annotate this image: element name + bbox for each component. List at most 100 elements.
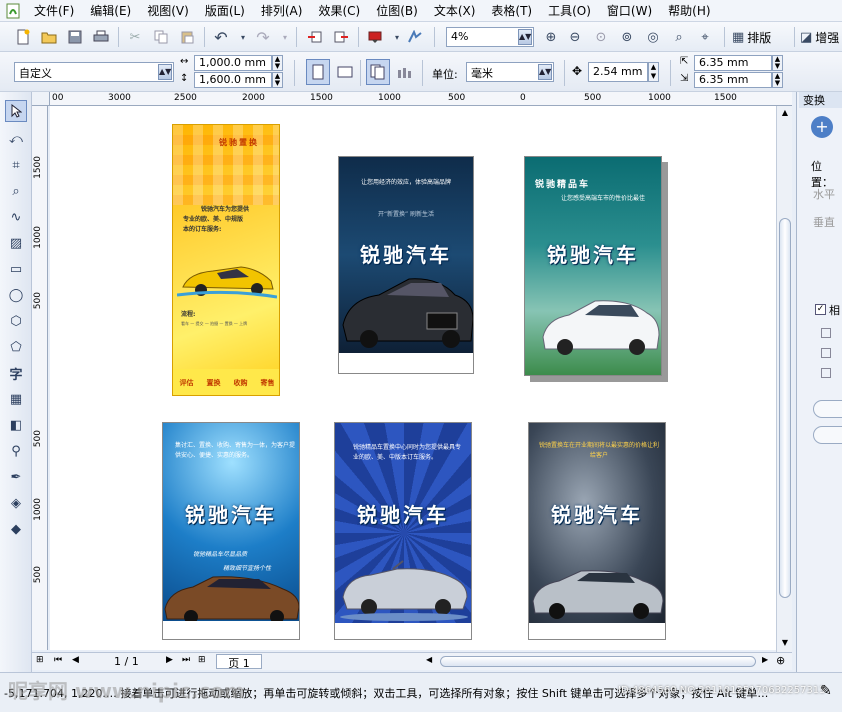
interactive-blend-tool-icon[interactable]: ◧ [5,414,27,436]
anchor-checkbox[interactable] [821,368,831,378]
menu-file[interactable]: 文件(F) [26,2,82,19]
add-page-before-icon[interactable]: ⊞ [36,655,44,665]
ellipse-tool-icon[interactable]: ◯ [5,284,27,306]
smart-fill-tool-icon[interactable]: ▨ [5,232,27,254]
previous-page-icon[interactable]: ◀ [72,655,79,665]
duplicate-y-field[interactable]: 6.35 mm [694,72,772,88]
undo-dropdown-icon[interactable]: ▾ [232,26,254,48]
redo-icon[interactable]: ↷ [252,26,274,48]
horizontal-ruler[interactable]: 00 3000 2500 2000 1500 1000 500 0 500 10… [50,92,792,106]
menu-arrange[interactable]: 排列(A) [253,2,311,19]
open-folder-icon[interactable] [38,26,60,48]
zoom-page-icon[interactable]: ◎ [642,26,664,48]
table-tool-icon[interactable]: ▦ [5,388,27,410]
anchor-checkbox[interactable] [821,328,831,338]
page-height-spinner[interactable]: ▲ ▼ [272,72,283,88]
current-page-icon[interactable] [394,61,416,83]
import-icon[interactable] [304,26,326,48]
redo-dropdown-icon[interactable]: ▾ [274,26,296,48]
anchor-checkbox[interactable] [821,348,831,358]
save-icon[interactable] [64,26,86,48]
polygon-tool-icon[interactable]: ⬡ [5,310,27,332]
design-banner-yellow[interactable]: 锐驰置换 锐驰汽车为您提供 专业的欧、美、中规版 本的订车服务: 流程: 看车 … [172,124,280,396]
scroll-down-icon[interactable]: ▼ [779,638,791,650]
undo-icon[interactable]: ↶ [210,26,232,48]
crop-tool-icon[interactable]: ⌗ [5,154,27,176]
apply-to-duplicate-button[interactable] [813,426,842,444]
basic-shapes-tool-icon[interactable]: ⬠ [5,336,27,358]
page-width-field[interactable]: 1,000.0 mm [194,55,272,71]
zoom-page-width-icon[interactable]: ⌕ [668,26,690,48]
menu-view[interactable]: 视图(V) [139,2,197,19]
zoom-selected-icon[interactable]: ⊙ [590,26,612,48]
duplicate-y-spinner[interactable]: ▲ ▼ [772,72,783,88]
menu-effects[interactable]: 效果(C) [310,2,368,19]
next-page-icon[interactable]: ▶ [166,655,173,665]
text-tool-icon[interactable]: 字 [5,362,27,384]
design-poster-blue[interactable]: 集讨汇、置换、收购、寄售为一体，为客户提供安心、便捷、实惠的服务。 锐驰汽车 锐… [162,422,300,640]
interactive-fill-tool-icon[interactable]: ◆ [5,518,27,540]
add-page-after-icon[interactable]: ⊞ [198,655,206,665]
menu-table[interactable]: 表格(T) [483,2,540,19]
menu-layout[interactable]: 版面(L) [197,2,253,19]
export-icon[interactable] [330,26,352,48]
first-page-icon[interactable]: ⏮ [54,655,62,665]
zoom-out-icon[interactable]: ⊖ [564,26,586,48]
design-poster-teal[interactable]: 锐驰精品车 让您感受高端车市的性价比最佳 锐驰汽车 [524,156,662,376]
zoom-tool-icon[interactable]: ⌕ [5,180,27,202]
vertical-scrollbar[interactable]: ▲ ▼ [776,106,792,652]
outline-tool-icon[interactable]: ✒ [5,466,27,488]
print-icon[interactable] [90,26,112,48]
zoom-page-height-icon[interactable]: ⌖ [694,26,716,48]
zoom-level-select[interactable]: 4% ▲▼ [446,27,534,47]
eyedropper-tool-icon[interactable]: ⚲ [5,440,27,462]
design-poster-starry[interactable]: 锐驰置换车在开业期间将以最实惠的价格让利给客户 锐驰汽车 [528,422,666,640]
pick-tool-icon[interactable] [5,100,27,122]
publish-pdf-icon[interactable] [364,26,386,48]
nudge-distance-field[interactable]: 2.54 mm [588,62,648,82]
rectangle-tool-icon[interactable]: ▭ [5,258,27,280]
landscape-orientation-icon[interactable] [334,61,356,83]
zoom-all-objects-icon[interactable]: ⊚ [616,26,638,48]
fill-tool-icon[interactable]: ◈ [5,492,27,514]
menu-help[interactable]: 帮助(H) [660,2,718,19]
design-poster-navy[interactable]: 锐驰精品车置换中心同时为您提供最具专业的欧、美、中版本订车服务。 锐驰汽车 [334,422,472,640]
nudge-spinner[interactable]: ▲ ▼ [648,62,659,82]
last-page-icon[interactable]: ⏭ [182,655,190,665]
layout-button[interactable]: ▦ 排版 [732,26,788,48]
menu-text[interactable]: 文本(X) [426,2,484,19]
relative-position-checkbox[interactable]: ✓ [815,304,826,315]
paper-preset-select[interactable]: 自定义 ▲▼ [14,62,174,82]
shape-tool-icon[interactable]: ⤺ [5,128,27,150]
page-width-spinner[interactable]: ▲ ▼ [272,55,283,71]
new-document-icon[interactable] [12,26,34,48]
menu-window[interactable]: 窗口(W) [599,2,660,19]
drawing-canvas[interactable]: 锐驰置换 锐驰汽车为您提供 专业的欧、美、中规版 本的订车服务: 流程: 看车 … [50,106,776,650]
page-tab[interactable]: 页 1 [216,654,262,670]
ruler-origin[interactable] [32,92,50,106]
enhance-button[interactable]: ◪ 增强 [800,26,842,48]
design-poster-dark[interactable]: 让您用经济的效应，体验高端品牌 开“新置换” 刷新生活 锐驰汽车 [338,156,474,374]
zoom-in-icon[interactable]: ⊕ [540,26,562,48]
duplicate-x-spinner[interactable]: ▲ ▼ [772,55,783,71]
duplicate-x-field[interactable]: 6.35 mm [694,55,772,71]
scroll-left-icon[interactable]: ◀ [426,655,432,664]
apply-button[interactable] [813,400,842,418]
freehand-tool-icon[interactable]: ∿ [5,206,27,228]
application-launcher-icon[interactable] [404,26,426,48]
all-pages-icon[interactable] [366,59,390,85]
menu-edit[interactable]: 编辑(E) [82,2,139,19]
docker-tab[interactable]: 变换 [799,92,842,108]
portrait-orientation-icon[interactable] [306,59,330,85]
navigator-icon[interactable]: ⊕ [776,654,785,667]
menu-tools[interactable]: 工具(O) [540,2,599,19]
vertical-ruler[interactable]: 1500 1000 500 500 1000 500 [32,106,48,650]
cut-icon[interactable]: ✂ [124,26,146,48]
copy-icon[interactable] [150,26,172,48]
vertical-scroll-thumb[interactable] [779,218,791,598]
horizontal-scroll-thumb[interactable] [440,656,756,667]
scroll-right-icon[interactable]: ▶ [762,655,768,664]
paste-icon[interactable] [176,26,198,48]
scroll-up-icon[interactable]: ▲ [779,108,791,120]
unit-select[interactable]: 毫米 ▲▼ [466,62,554,82]
